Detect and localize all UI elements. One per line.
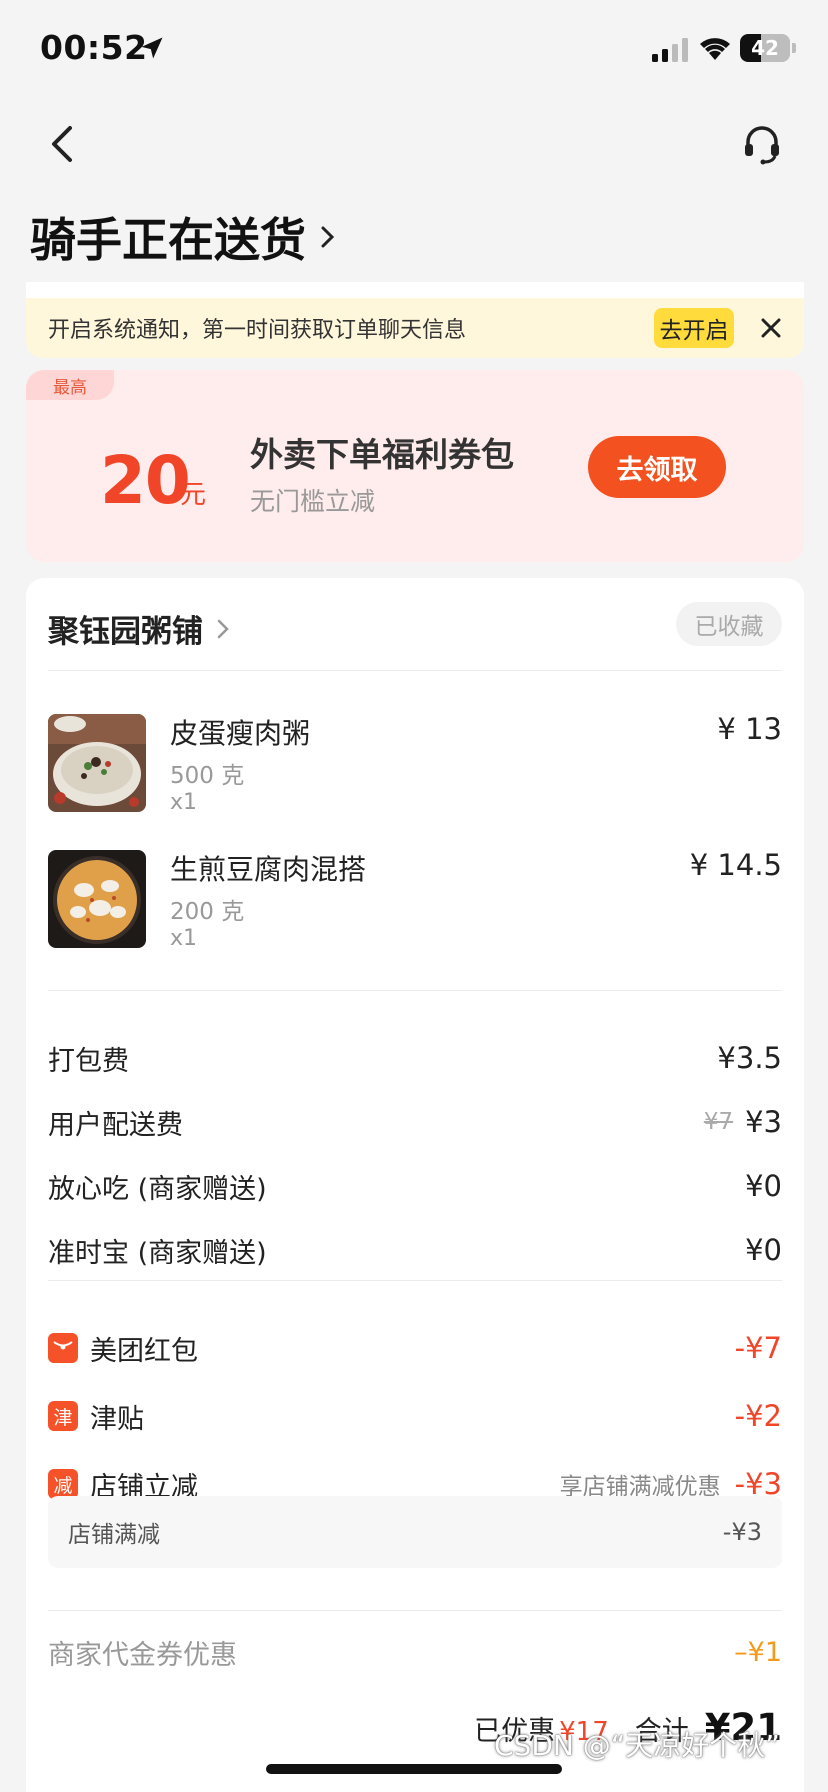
order-card: 聚钰园粥铺 已收藏 皮蛋瘦肉粥 500 克 x1 ¥ 13 生煎豆腐肉混搭 20…	[26, 578, 804, 1792]
item-qty: x1	[170, 790, 198, 815]
fee-value: ¥0	[745, 1233, 782, 1267]
chevron-right-icon	[217, 619, 229, 638]
item-spec: 200 克	[170, 899, 245, 925]
coupon-title: 外卖下单福利券包	[250, 435, 514, 474]
shop-reduction-detail: 店铺满减 -¥3	[48, 1496, 782, 1568]
chevron-right-icon	[321, 226, 335, 248]
page-title[interactable]: 骑手正在送货	[30, 204, 338, 270]
item-name: 皮蛋瘦肉粥	[170, 717, 311, 750]
allowance-icon: 津	[48, 1401, 78, 1431]
coupon-tag: 最高	[26, 370, 114, 400]
battery-level: 42	[751, 36, 779, 60]
voucher-row: 商家代金券优惠 –¥1	[48, 1632, 782, 1672]
battery-icon: 42	[740, 34, 796, 62]
coupon-amount: 20	[100, 442, 191, 519]
fee-label: 打包费	[48, 1045, 129, 1077]
item-price: ¥ 14.5	[689, 848, 782, 882]
fee-label: 放心吃 (商家赠送)	[48, 1173, 267, 1205]
favorite-button[interactable]: 已收藏	[676, 602, 782, 646]
reduction-icon: 减	[48, 1469, 78, 1499]
item-price: ¥ 13	[717, 712, 782, 746]
watermark: CSDN @“天凉好个秋”	[494, 1729, 780, 1762]
discount-row-red-packet: 美团红包 -¥7	[48, 1328, 782, 1368]
fee-row-on-time: 准时宝 (商家赠送) ¥0	[48, 1230, 782, 1270]
divider	[48, 1280, 782, 1281]
claim-coupon-button[interactable]: 去领取	[588, 436, 726, 498]
fee-label: 准时宝 (商家赠送)	[48, 1237, 267, 1269]
discount-value: -¥7	[734, 1331, 782, 1365]
notification-text: 开启系统通知，第一时间获取订单聊天信息	[48, 318, 467, 343]
fee-original-price: ¥7	[703, 1109, 734, 1135]
order-item[interactable]: 皮蛋瘦肉粥 500 克 x1 ¥ 13	[48, 712, 782, 815]
congee-image	[48, 714, 146, 812]
fee-row-packaging: 打包费 ¥3.5	[48, 1038, 782, 1078]
item-spec: 500 克	[170, 763, 245, 789]
customer-service-icon[interactable]	[740, 122, 784, 166]
wifi-icon	[700, 38, 730, 60]
status-time: 00:52	[40, 28, 148, 67]
coupon-unit: 元	[180, 480, 207, 510]
fee-value: ¥3	[745, 1105, 782, 1139]
discount-value: -¥2	[734, 1399, 782, 1433]
notification-banner: 开启系统通知，第一时间获取订单聊天信息 去开启	[26, 298, 804, 358]
shop-name-link[interactable]: 聚钰园粥铺	[48, 606, 229, 651]
home-indicator[interactable]	[266, 1764, 562, 1774]
back-button[interactable]	[44, 120, 84, 168]
coupon-subtitle: 无门槛立减	[250, 487, 376, 516]
fried-tofu-image	[48, 850, 146, 948]
location-arrow-icon	[141, 37, 163, 59]
item-name: 生煎豆腐肉混搭	[170, 853, 367, 886]
discount-row-allowance: 津 津贴 -¥2	[48, 1396, 782, 1436]
notify-top-strip	[26, 282, 804, 298]
item-qty: x1	[170, 926, 198, 951]
sub-discount-label: 店铺满减	[68, 1522, 160, 1548]
divider	[48, 1610, 782, 1611]
discount-label: 美团红包	[90, 1335, 198, 1367]
discount-label: 津贴	[90, 1403, 144, 1435]
order-item[interactable]: 生煎豆腐肉混搭 200 克 x1 ¥ 14.5	[48, 848, 782, 951]
voucher-label: 商家代金券优惠	[48, 1639, 237, 1671]
divider	[48, 990, 782, 991]
sub-discount-value: -¥3	[722, 1518, 762, 1546]
coupon-card: 最高 20 元 外卖下单福利券包 无门槛立减 去领取	[26, 370, 804, 562]
divider	[48, 670, 782, 671]
enable-notification-button[interactable]: 去开启	[654, 308, 734, 348]
fee-row-delivery: 用户配送费 ¥7 ¥3	[48, 1102, 782, 1142]
fee-label: 用户配送费	[48, 1109, 183, 1141]
fee-value: ¥0	[745, 1169, 782, 1203]
shop-name: 聚钰园粥铺	[48, 614, 203, 650]
fee-row-safe-eat: 放心吃 (商家赠送) ¥0	[48, 1166, 782, 1206]
red-envelope-icon	[48, 1333, 78, 1363]
voucher-value: –¥1	[734, 1636, 782, 1668]
cellular-signal-icon	[652, 38, 688, 62]
fee-value: ¥3.5	[717, 1041, 782, 1075]
close-icon[interactable]	[760, 317, 782, 339]
page-title-text: 骑手正在送货	[30, 213, 306, 267]
